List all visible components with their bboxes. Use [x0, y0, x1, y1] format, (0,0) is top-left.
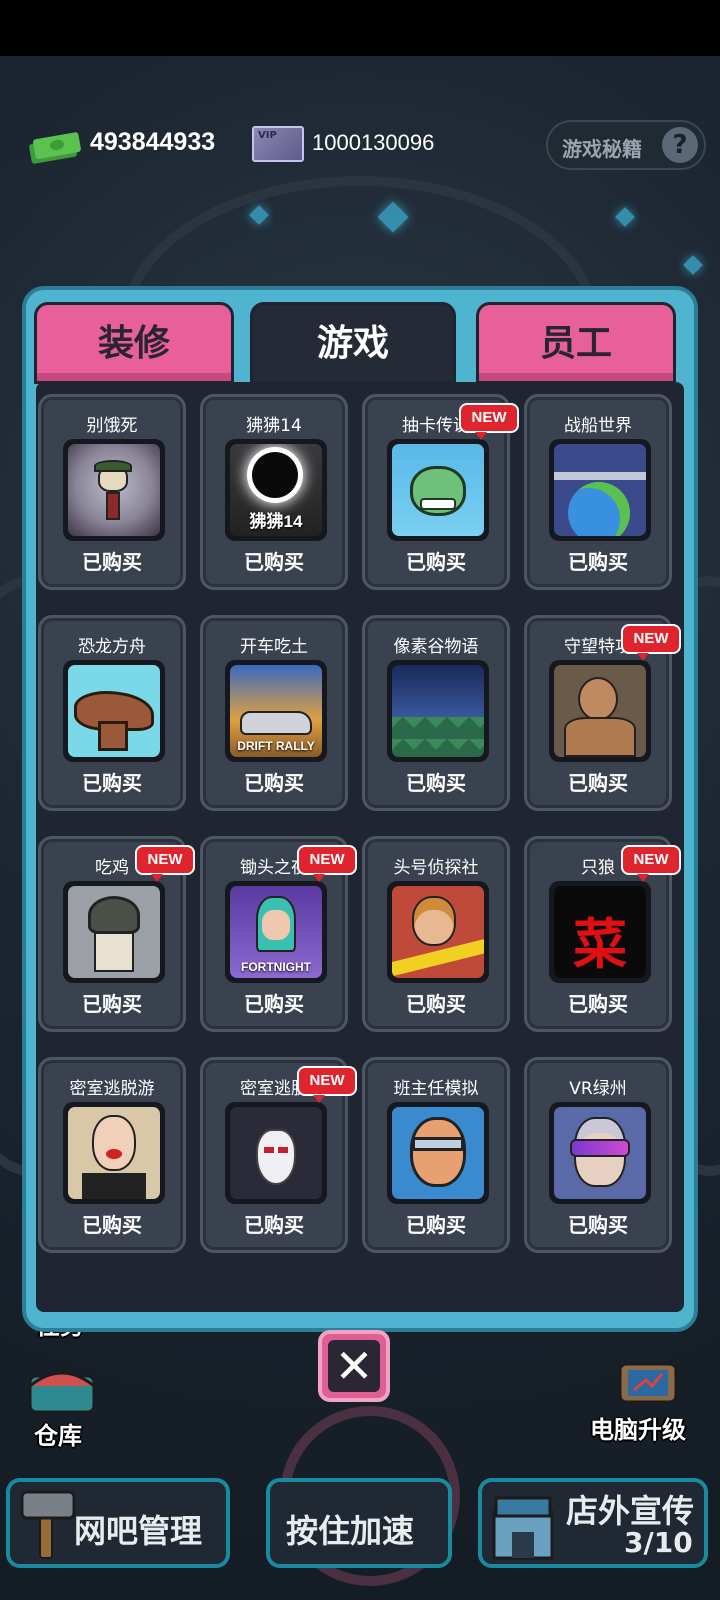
speed-up-label: 按住加速	[286, 1512, 415, 1550]
game-name: 头号侦探社	[393, 858, 479, 878]
new-badge: NEW	[621, 624, 681, 661]
new-badge: NEW	[297, 1066, 357, 1103]
game-card[interactable]: 吃鸡 已购买 NEW	[38, 836, 195, 1032]
monitor-icon	[618, 1362, 678, 1404]
dont-starve-icon	[63, 439, 165, 541]
rally-car-icon: DRIFT RALLY	[225, 660, 327, 762]
resource-bar: 493844933 VIP 1000130096 游戏秘籍 ?	[0, 56, 720, 176]
boxer-icon	[549, 660, 651, 762]
new-badge: NEW	[297, 845, 357, 882]
vip-amount: 1000130096	[312, 130, 435, 155]
game-card[interactable]: 班主任模拟 已购买	[362, 1057, 510, 1253]
cash-icon	[29, 132, 81, 164]
manage-button[interactable]: 网吧管理	[6, 1478, 230, 1568]
close-button[interactable]: ✕	[318, 1330, 390, 1402]
game-name: 狒狒14	[246, 416, 302, 436]
tab-staff[interactable]: 员工	[476, 302, 676, 384]
game-secrets-label: 游戏秘籍	[562, 137, 642, 161]
game-card[interactable]: 像素谷物语 已购买	[362, 615, 510, 811]
gem-light	[683, 255, 703, 275]
new-badge: NEW	[459, 403, 519, 440]
warehouse-button[interactable]: 仓库	[22, 1364, 102, 1450]
help-icon: ?	[662, 127, 698, 163]
dinosaur-icon	[63, 660, 165, 762]
game-name: 恐龙方舟	[78, 637, 146, 657]
shop-panel: 装修 游戏 员工 已购买已购买已购买已购买别饿死已购买狒狒14狒狒14已购买抽卡…	[22, 286, 698, 1332]
art-caption: FORTNIGHT	[241, 960, 311, 974]
warship-icon	[549, 439, 651, 541]
game-name: 开车吃土	[240, 637, 308, 657]
purchase-status: 已购买	[406, 1213, 466, 1237]
game-name: 别饿死	[86, 416, 138, 436]
purchase-status: 已购买	[82, 1213, 142, 1237]
game-card[interactable]: 别饿死 已购买	[38, 394, 186, 590]
pixel-valley-icon	[387, 660, 489, 762]
art-caption: 菜	[573, 915, 627, 975]
pubg-icon	[63, 881, 165, 983]
ff14-icon: 狒狒14	[225, 439, 327, 541]
purchase-status: 已购买	[244, 992, 304, 1016]
tab-games[interactable]: 游戏	[250, 302, 456, 384]
game-name: 战船世界	[564, 416, 632, 436]
shop-front-icon	[492, 1496, 554, 1560]
purchase-status: 已购买	[568, 550, 628, 574]
pc-upgrade-button[interactable]: 电脑升级	[590, 1360, 710, 1450]
new-badge: NEW	[621, 845, 681, 882]
game-name: 班主任模拟	[393, 1079, 479, 1099]
purchase-status: 已购买	[406, 550, 466, 574]
vip-badge-text: VIP	[258, 130, 277, 141]
purchase-status: 已购买	[406, 771, 466, 795]
purchase-status: 已购买	[244, 1213, 304, 1237]
game-card[interactable]: 密室逃脱游 已购买	[38, 1057, 186, 1253]
game-name: 像素谷物语	[393, 637, 479, 657]
game-card[interactable]: 战船世界 已购买	[524, 394, 672, 590]
game-card[interactable]: 只狼菜已购买 NEW	[524, 836, 681, 1032]
chest-icon	[28, 1371, 96, 1414]
purchase-status: 已购买	[244, 550, 304, 574]
purchase-status: 已购买	[568, 771, 628, 795]
game-card[interactable]: 守望特攻 已购买 NEW	[524, 615, 681, 811]
speed-up-button[interactable]: 按住加速	[266, 1478, 452, 1568]
vegetable-icon: 菜	[549, 881, 651, 983]
game-card[interactable]: 开车吃土 DRIFT RALLY 已购买	[200, 615, 348, 811]
warehouse-label: 仓库	[34, 1422, 82, 1450]
purchase-status: 已购买	[568, 1213, 628, 1237]
purchase-status: 已购买	[82, 992, 142, 1016]
game-card[interactable]: 锄头之夜 FORTNIGHT 已购买 NEW	[200, 836, 357, 1032]
game-card[interactable]: 抽卡传说 已购买 NEW	[362, 394, 519, 590]
gem-light	[615, 207, 635, 227]
game-card[interactable]: 密室逃脱 已购买 NEW	[200, 1057, 357, 1253]
art-caption: DRIFT RALLY	[237, 739, 315, 753]
tab-decoration[interactable]: 装修	[34, 302, 234, 384]
game-card[interactable]: 恐龙方舟 已购买	[38, 615, 186, 811]
game-secrets-button[interactable]: 游戏秘籍 ?	[546, 120, 706, 170]
purchase-status: 已购买	[568, 992, 628, 1016]
mask-icon	[225, 1102, 327, 1204]
fortnight-icon: FORTNIGHT	[225, 881, 327, 983]
purchase-status: 已购买	[82, 771, 142, 795]
close-icon: ✕	[328, 1340, 380, 1392]
zombie-icon	[387, 439, 489, 541]
game-card[interactable]: 头号侦探社 已购买	[362, 836, 510, 1032]
promotion-count: 3/10	[624, 1526, 693, 1559]
game-card[interactable]: VR绿州已购买	[524, 1057, 672, 1253]
teacher-icon	[387, 1102, 489, 1204]
vip-icon: VIP	[252, 126, 304, 162]
game-name: 密室逃脱游	[69, 1079, 155, 1099]
purchase-status: 已购买	[244, 771, 304, 795]
new-badge: NEW	[135, 845, 195, 882]
game-card[interactable]: 狒狒14 狒狒14 已购买	[200, 394, 348, 590]
cash-amount: 493844933	[90, 128, 216, 156]
art-caption: 狒狒14	[249, 512, 303, 531]
vr-headset-icon	[549, 1102, 651, 1204]
escape-room-icon	[63, 1102, 165, 1204]
detective-icon	[387, 881, 489, 983]
purchase-status: 已购买	[82, 550, 142, 574]
manage-label: 网吧管理	[74, 1512, 203, 1550]
game-list[interactable]: 已购买已购买已购买已购买别饿死已购买狒狒14狒狒14已购买抽卡传说已购买NEW战…	[36, 382, 684, 1312]
promotion-button[interactable]: 店外宣传 3/10	[478, 1478, 708, 1568]
purchase-status: 已购买	[406, 992, 466, 1016]
game-name: VR绿州	[569, 1079, 627, 1099]
pc-upgrade-label: 电脑升级	[590, 1416, 686, 1444]
